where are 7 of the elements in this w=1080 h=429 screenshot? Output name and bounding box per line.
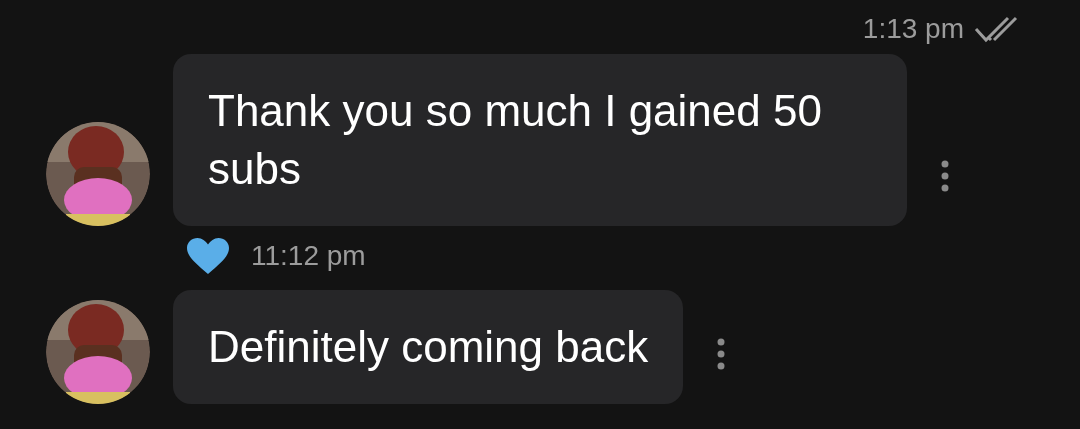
- more-options-icon[interactable]: [941, 160, 949, 192]
- message-bubble: Definitely coming back: [173, 290, 684, 404]
- more-options-icon[interactable]: [717, 338, 726, 370]
- message-time: 11:12 pm: [251, 239, 366, 273]
- heart-icon[interactable]: [185, 236, 231, 276]
- message-time: 1:13 pm: [862, 12, 964, 46]
- message-bubble: Thank you so much I gained 50 subs: [173, 54, 907, 226]
